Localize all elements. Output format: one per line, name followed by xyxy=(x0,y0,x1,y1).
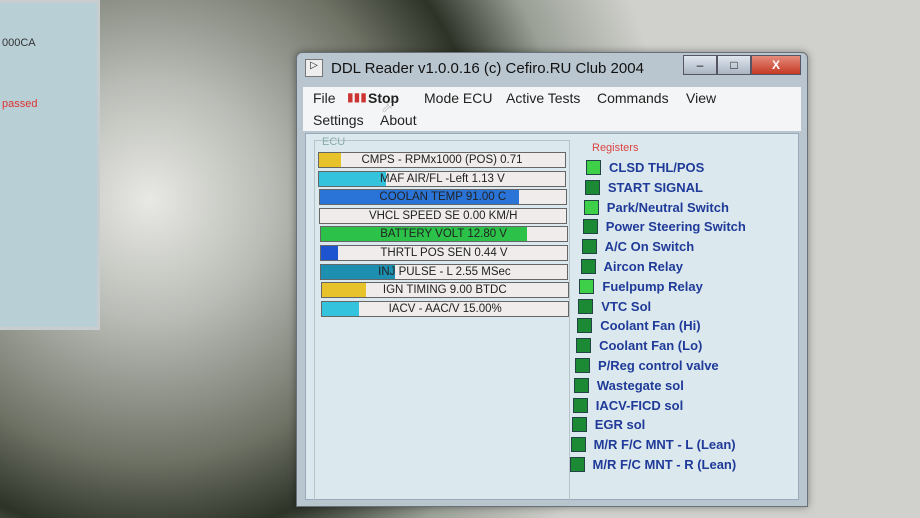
register-label: P/Reg control valve xyxy=(598,358,719,373)
register-label: IACV-FICD sol xyxy=(595,397,684,413)
minimize-button[interactable]: – xyxy=(683,55,717,75)
background-window: 000CA passed xyxy=(0,0,100,330)
ecu-gauge: COOLAN TEMP 91.00 C xyxy=(318,189,567,206)
gauge-label: VHCL SPEED SE 0.00 KM/H xyxy=(368,209,518,222)
register-led-icon xyxy=(569,457,585,472)
register-label: Fuelpump Relay xyxy=(602,278,703,294)
register-item: Power Steering Switch xyxy=(582,219,746,235)
gauge-label: BATTERY VOLT 12.80 V xyxy=(380,228,507,241)
register-led-icon xyxy=(584,179,600,195)
register-item: VTC Sol xyxy=(578,298,652,314)
register-item: M/R F/C MNT - R (Lean) xyxy=(569,457,737,472)
ddl-reader-window: ▷ DDL Reader v1.0.0.16 (c) Cefiro.RU Clu… xyxy=(296,52,808,507)
register-led-icon xyxy=(580,259,596,274)
register-item: Coolant Fan (Hi) xyxy=(577,318,701,334)
gauge-label: MAF AIR/FL -Left 1.13 V xyxy=(379,172,505,185)
register-item: EGR sol xyxy=(571,417,646,433)
register-item: M/R F/C MNT - L (Lean) xyxy=(570,437,736,453)
gauge-label: THRTL POS SEN 0.44 V xyxy=(380,247,508,259)
register-item: START SIGNAL xyxy=(584,179,703,195)
register-led-icon xyxy=(575,358,590,373)
register-item: Park/Neutral Switch xyxy=(583,199,729,215)
register-led-icon xyxy=(582,219,598,235)
register-item: IACV-FICD sol xyxy=(572,397,684,413)
register-led-icon xyxy=(581,239,597,255)
register-led-icon xyxy=(586,160,601,175)
gauge-label: COOLAN TEMP 91.00 C xyxy=(379,191,507,204)
register-label: Coolant Fan (Hi) xyxy=(600,318,701,334)
ecu-gauge: VHCL SPEED SE 0.00 KM/H xyxy=(319,207,568,224)
main-panel: ECU CMPS - RPMx1000 (POS) 0.71 MAF AIR/FL… xyxy=(305,133,799,504)
register-led-icon xyxy=(578,298,594,314)
register-item: CLSD THL/POS xyxy=(586,160,704,175)
register-label: START SIGNAL xyxy=(607,179,703,195)
register-label: VTC Sol xyxy=(601,298,652,314)
ecu-gauge: IGN TIMING 9.00 BTDC xyxy=(320,282,569,299)
register-item: A/C On Switch xyxy=(581,239,695,255)
close-button[interactable]: X xyxy=(751,55,801,75)
register-item: Coolant Fan (Lo) xyxy=(576,338,703,354)
register-item: Fuelpump Relay xyxy=(579,278,703,294)
register-label: EGR sol xyxy=(594,417,646,433)
menu-bar: File ▮▮▮ Stop Mode ECU Active Tests Comm… xyxy=(303,87,801,131)
mouse-cursor-icon: ➚ xyxy=(381,99,395,116)
ecu-gauge: MAF AIR/FL -Left 1.13 V xyxy=(318,170,567,187)
menu-file[interactable]: File xyxy=(313,90,336,106)
register-led-icon xyxy=(573,377,589,393)
chart-icon: ▮▮▮ xyxy=(347,90,367,104)
register-item: P/Reg control valve xyxy=(575,358,719,373)
register-label: M/R F/C MNT - L (Lean) xyxy=(593,437,736,453)
gauge-label: INJ PULSE - L 2.55 MSec xyxy=(378,265,511,278)
ecu-gauge: IACV - AAC/V 15.00% xyxy=(321,300,570,317)
register-led-icon xyxy=(579,278,595,294)
register-led-icon xyxy=(583,199,599,215)
register-item: Aircon Relay xyxy=(580,259,683,274)
register-led-icon xyxy=(571,417,587,433)
gauge-label: CMPS - RPMx1000 (POS) 0.71 xyxy=(361,154,523,166)
menu-settings[interactable]: Settings xyxy=(313,112,364,128)
menu-mode-ecu[interactable]: Mode ECU xyxy=(424,90,492,106)
menu-commands[interactable]: Commands xyxy=(597,90,669,106)
menu-view[interactable]: View xyxy=(686,90,716,106)
ecu-gauge: BATTERY VOLT 12.80 V xyxy=(319,226,568,243)
ecu-gauge: THRTL POS SEN 0.44 V xyxy=(320,245,568,261)
register-led-icon xyxy=(577,318,593,334)
register-label: CLSD THL/POS xyxy=(609,160,705,175)
register-led-icon xyxy=(576,338,592,354)
register-item: Wastegate sol xyxy=(573,377,684,393)
maximize-button[interactable]: □ xyxy=(717,55,751,75)
register-label: M/R F/C MNT - R (Lean) xyxy=(592,457,737,472)
app-icon: ▷ xyxy=(305,59,323,77)
register-label: Coolant Fan (Lo) xyxy=(599,338,703,354)
register-label: Wastegate sol xyxy=(596,377,684,393)
register-led-icon xyxy=(570,437,586,453)
gauge-label: IGN TIMING 9.00 BTDC xyxy=(382,284,507,297)
background-text: 000CA xyxy=(2,37,36,49)
ecu-gauge: INJ PULSE - L 2.55 MSec xyxy=(320,263,569,280)
ecu-label: ECU xyxy=(322,136,346,148)
gauge-label: IACV - AAC/V 15.00% xyxy=(388,302,502,315)
menu-active-tests[interactable]: Active Tests xyxy=(506,90,580,106)
register-label: Aircon Relay xyxy=(603,259,683,274)
title-bar[interactable]: ▷ DDL Reader v1.0.0.16 (c) Cefiro.RU Clu… xyxy=(297,53,807,83)
register-led-icon xyxy=(572,397,588,413)
background-text: passed xyxy=(2,98,38,110)
window-title: DDL Reader v1.0.0.16 (c) Cefiro.RU Club … xyxy=(331,59,644,77)
ecu-gauge: CMPS - RPMx1000 (POS) 0.71 xyxy=(318,152,566,168)
registers-label: Registers xyxy=(592,142,639,154)
register-label: A/C On Switch xyxy=(604,239,695,255)
register-label: Park/Neutral Switch xyxy=(606,199,729,215)
register-label: Power Steering Switch xyxy=(605,219,746,235)
